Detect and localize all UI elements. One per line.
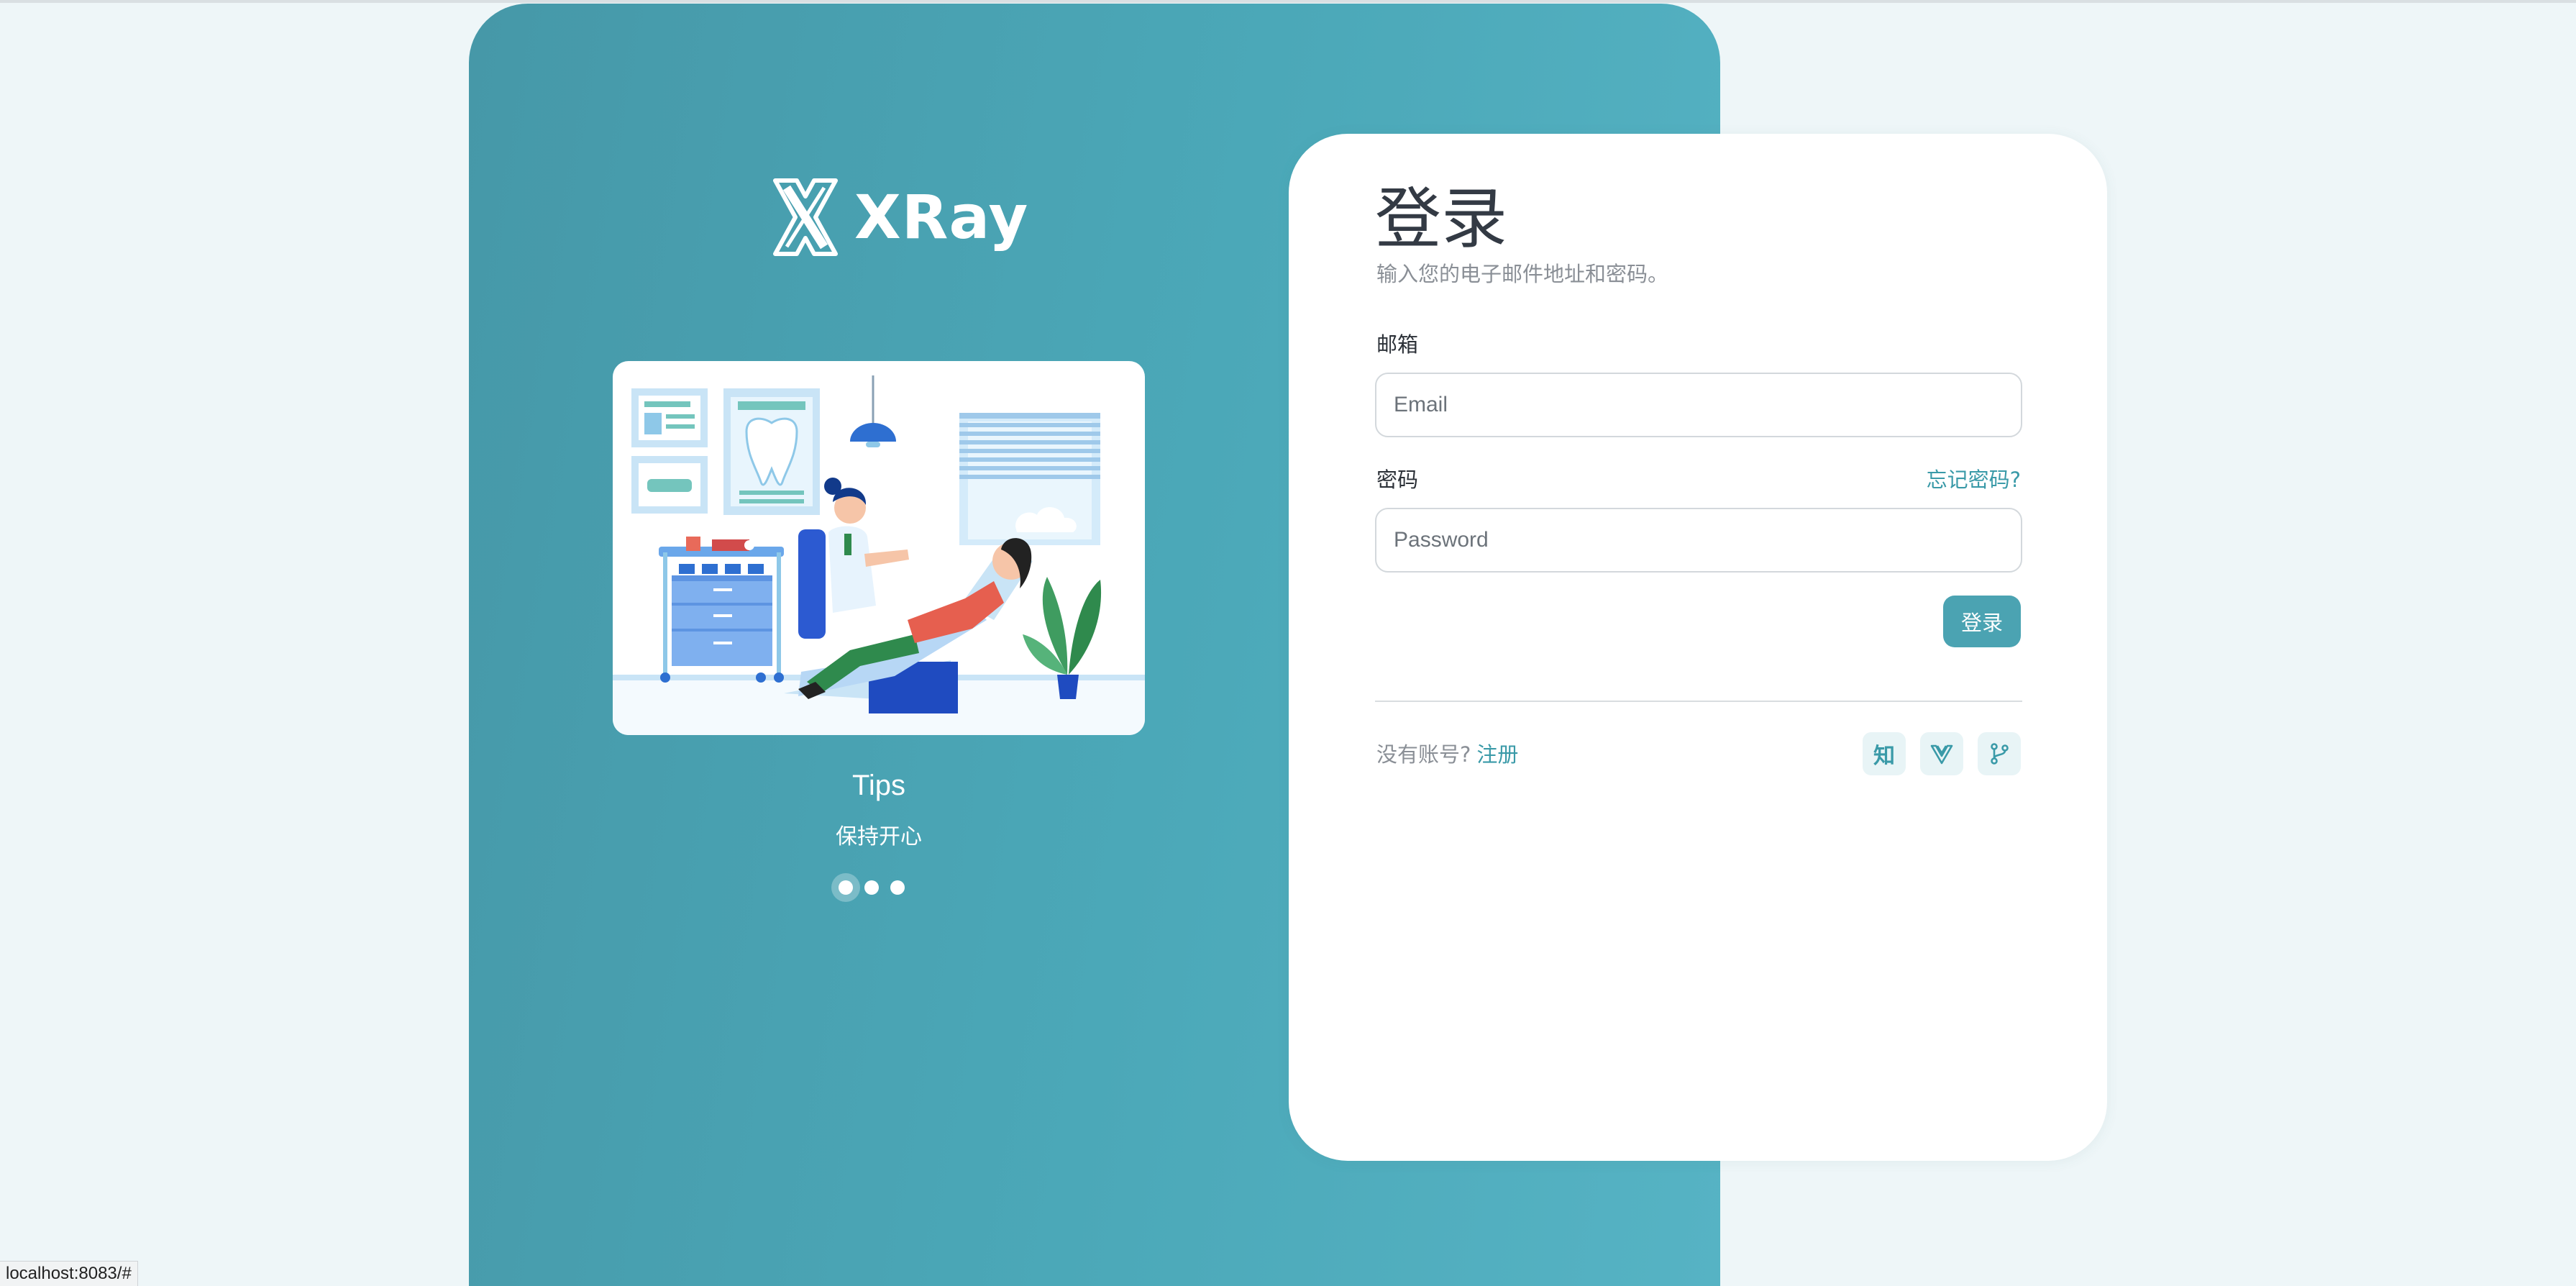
xray-logo-icon [773, 178, 838, 256]
zhihu-login-button[interactable]: 知 [1863, 732, 1906, 775]
zhihu-icon: 知 [1873, 744, 1895, 769]
login-button[interactable]: 登录 [1943, 596, 2021, 647]
browser-top-border [0, 0, 2576, 3]
carousel-indicators [839, 880, 905, 895]
email-field[interactable] [1375, 373, 2022, 437]
vue-login-button[interactable] [1920, 732, 1963, 775]
email-label: 邮箱 [1376, 332, 1419, 357]
login-subtitle: 输入您的电子邮件地址和密码。 [1376, 262, 1669, 286]
register-link[interactable]: 注册 [1476, 742, 1518, 767]
page-title: 登录 [1375, 181, 1508, 257]
tip-title: Tips [851, 770, 906, 801]
vue-icon [1930, 744, 1953, 765]
dentist-clinic-illustration [613, 361, 1145, 735]
browser-status-url: localhost:8083/# [0, 1261, 138, 1286]
register-prompt: 没有账号? 注册 [1376, 738, 1518, 768]
forgot-password-link[interactable]: 忘记密码? [1927, 463, 2021, 493]
password-field[interactable] [1375, 508, 2022, 573]
carousel-dot-1[interactable] [839, 880, 853, 895]
login-card: 登录 输入您的电子邮件地址和密码。 邮箱 密码 忘记密码? 登录 没有账号?注册… [1289, 134, 2107, 1161]
brand-name: XRay [854, 182, 1029, 252]
social-login-group: 知 [1863, 732, 2021, 775]
git-login-button[interactable] [1978, 732, 2021, 775]
password-label: 密码 [1376, 468, 1419, 492]
git-branch-icon [1991, 743, 2009, 765]
carousel-dot-3[interactable] [890, 880, 905, 895]
tip-text: 保持开心 [836, 824, 922, 849]
no-account-text: 没有账号? [1376, 742, 1471, 767]
carousel-dot-2[interactable] [864, 880, 879, 895]
divider [1375, 701, 2022, 702]
brand-logo[interactable]: XRay [771, 177, 1028, 257]
